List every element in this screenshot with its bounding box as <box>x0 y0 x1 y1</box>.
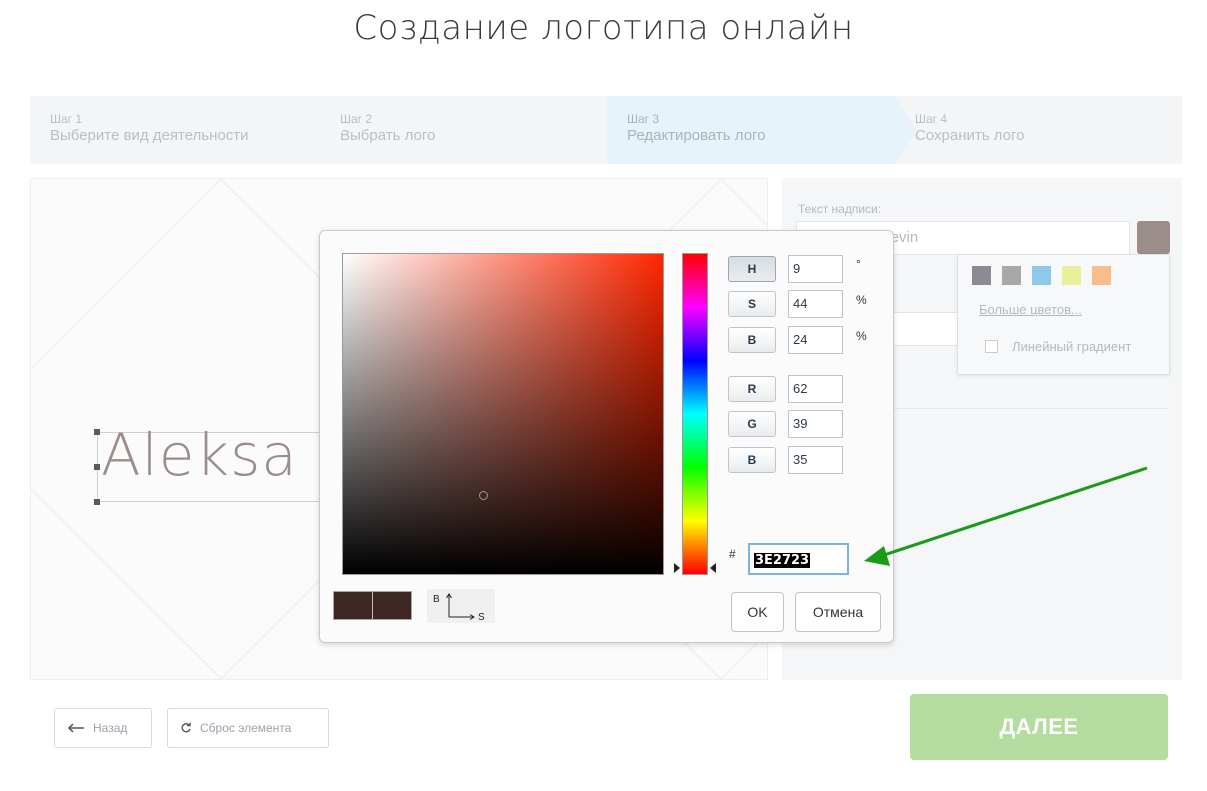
resize-handle[interactable] <box>94 429 100 435</box>
axis-label-vertical: B <box>433 594 440 605</box>
swatch-light-gray[interactable] <box>1002 266 1021 285</box>
new-color-preview <box>334 592 373 619</box>
step-number: Шаг 4 <box>915 112 948 126</box>
linear-gradient-checkbox[interactable] <box>985 340 998 353</box>
g-input[interactable]: 39 <box>788 410 843 438</box>
annotation-arrow-icon <box>864 466 1148 566</box>
axis-label-horizontal: S <box>478 612 485 623</box>
b-input[interactable]: 24 <box>788 326 843 354</box>
resize-handle[interactable] <box>94 464 100 470</box>
blue-input[interactable]: 35 <box>788 446 843 474</box>
step-number: Шаг 2 <box>340 112 373 126</box>
more-colors-link[interactable]: Больше цветов... <box>979 302 1082 317</box>
reset-icon <box>181 722 191 733</box>
text-label: Текст надписи: <box>798 202 882 216</box>
saturation-brightness-area[interactable] <box>342 253 664 575</box>
b-mode-button[interactable]: B <box>728 327 776 353</box>
step-4[interactable]: Шаг 4 Сохранить лого <box>895 96 1182 164</box>
axis-icon: B S <box>433 593 485 623</box>
hex-input[interactable]: 3E2723 <box>748 543 849 575</box>
page-title: Создание логотипа онлайн <box>353 8 854 48</box>
swatch-peach[interactable] <box>1092 266 1111 285</box>
step-name: Выберите вид деятельности <box>50 127 249 144</box>
current-color-preview[interactable] <box>372 592 411 619</box>
next-button[interactable]: ДАЛЕЕ <box>910 694 1168 760</box>
r-input[interactable]: 62 <box>788 375 843 403</box>
h-mode-button[interactable]: H <box>728 256 776 282</box>
linear-gradient-label: Линейный градиент <box>1012 339 1132 354</box>
arrow-left-icon <box>67 723 84 733</box>
swatch-light-blue[interactable] <box>1032 266 1051 285</box>
color-popup: Больше цветов... Линейный градиент <box>957 254 1170 375</box>
back-button[interactable]: Назад <box>54 708 152 748</box>
resize-handle[interactable] <box>94 499 100 505</box>
reset-element-button[interactable]: Сброс элемента <box>167 708 329 748</box>
color-picker-dialog: H 9 ° S 44 % B 24 % R 62 G 39 B 35 # 3E2… <box>319 230 894 643</box>
hue-marker-left-icon[interactable] <box>674 563 680 573</box>
page: Создание логотипа онлайн Шаг 1 Выберите … <box>0 0 1207 791</box>
swatch-row <box>972 266 1111 285</box>
g-mode-button[interactable]: G <box>728 411 776 437</box>
step-name: Сохранить лого <box>915 127 1025 144</box>
back-button-label: Назад <box>93 721 128 735</box>
step-number: Шаг 1 <box>50 112 83 126</box>
hue-marker-right-icon[interactable] <box>710 563 716 573</box>
cancel-button[interactable]: Отмена <box>795 592 881 632</box>
swatch-gray[interactable] <box>972 266 991 285</box>
blue-mode-button[interactable]: B <box>728 447 776 473</box>
linear-gradient-option[interactable]: Линейный градиент <box>985 339 1131 354</box>
axis-mode-indicator: B S <box>427 589 495 623</box>
step-name: Выбрать лого <box>340 127 436 144</box>
step-2[interactable]: Шаг 2 Выбрать лого <box>320 96 607 164</box>
s-mode-button[interactable]: S <box>728 291 776 317</box>
h-unit: ° <box>856 257 861 271</box>
text-color-swatch[interactable] <box>1137 221 1170 254</box>
logo-text[interactable]: Aleksa <box>101 421 298 489</box>
h-input[interactable]: 9 <box>788 255 843 283</box>
s-input[interactable]: 44 <box>788 290 843 318</box>
color-preview <box>333 591 412 620</box>
sv-cursor[interactable] <box>479 491 488 500</box>
step-3[interactable]: Шаг 3 Редактировать лого <box>607 96 917 164</box>
hex-prefix: # <box>729 547 736 561</box>
reset-button-label: Сброс элемента <box>200 721 292 735</box>
b-unit: % <box>856 329 867 343</box>
hue-slider[interactable] <box>682 253 708 575</box>
steps-bar: Шаг 1 Выберите вид деятельности Шаг 2 Вы… <box>30 96 1182 164</box>
ok-button[interactable]: OK <box>731 592 784 632</box>
hex-value: 3E2723 <box>754 553 811 568</box>
step-number: Шаг 3 <box>627 112 660 126</box>
step-name: Редактировать лого <box>627 127 766 144</box>
step-1[interactable]: Шаг 1 Выберите вид деятельности <box>30 96 343 164</box>
swatch-light-yellow[interactable] <box>1062 266 1081 285</box>
s-unit: % <box>856 293 867 307</box>
r-mode-button[interactable]: R <box>728 376 776 402</box>
